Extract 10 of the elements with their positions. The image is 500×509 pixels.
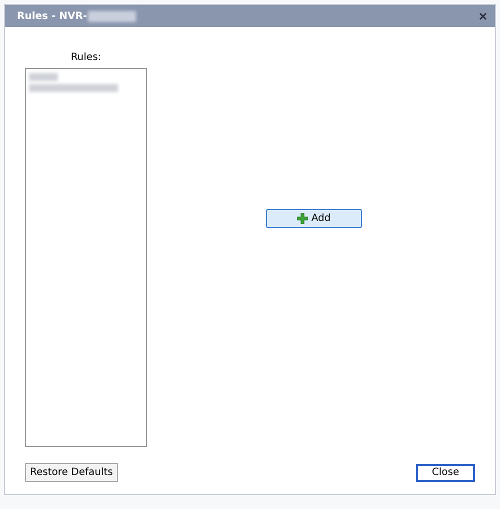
redacted-item[interactable]: [29, 73, 58, 81]
close-button[interactable]: ×: [478, 9, 487, 23]
redacted-item[interactable]: [29, 84, 118, 92]
close-dialog-button[interactable]: Close: [416, 464, 475, 482]
rules-list[interactable]: [25, 68, 147, 447]
plus-icon: [297, 212, 308, 224]
restore-defaults-button[interactable]: Restore Defaults: [25, 463, 118, 482]
add-button[interactable]: Add: [266, 208, 362, 228]
window-title: Rules - NVR-: [17, 10, 88, 22]
rules-label: Rules:: [70, 52, 102, 63]
